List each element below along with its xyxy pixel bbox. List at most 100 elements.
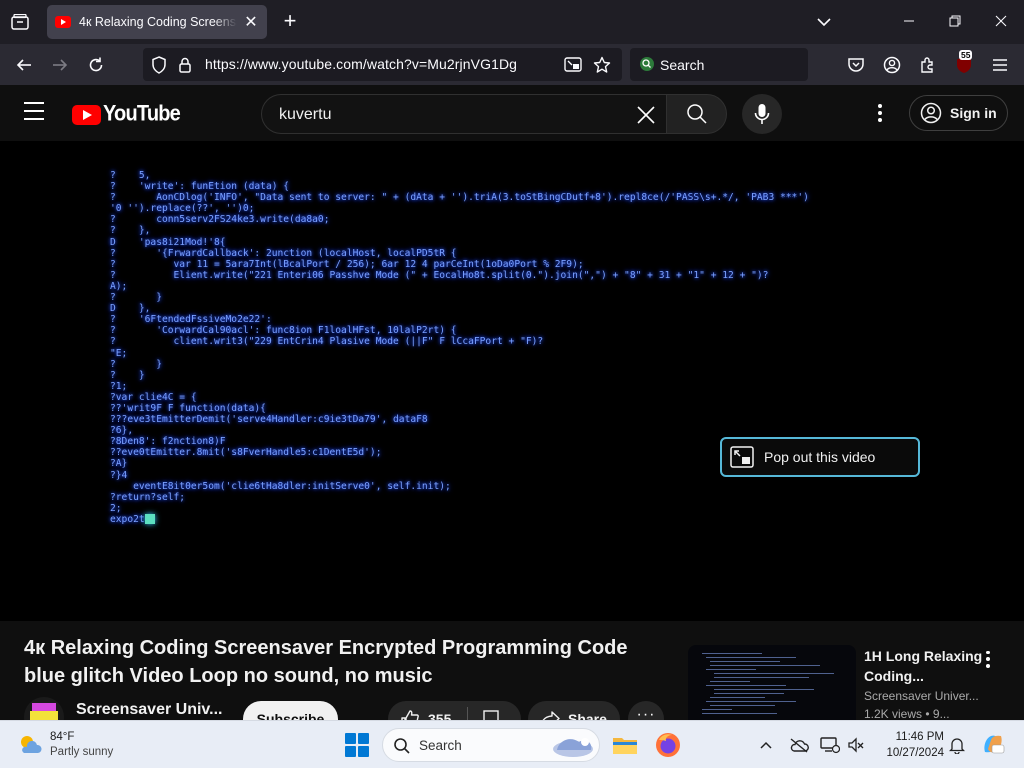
share-icon — [542, 711, 560, 720]
system-clock[interactable]: 11:46 PM 10/27/2024 — [866, 729, 944, 761]
firefox-taskbar-icon[interactable] — [652, 729, 684, 761]
pop-out-video-button[interactable]: Pop out this video — [720, 437, 920, 477]
code-line: ?return?self; — [110, 491, 186, 503]
youtube-header: YouTube kuvertu Sign in — [0, 85, 1024, 141]
close-window-button[interactable] — [978, 8, 1024, 36]
code-line: ? conn5serv2FS24ke3.write(da8a0; — [110, 214, 330, 226]
youtube-wordmark: YouTube — [103, 101, 181, 127]
show-hidden-icons-chevron-icon[interactable] — [754, 733, 778, 757]
tab-youtube-video[interactable]: 4к Relaxing Coding Screensaver Encrypted… — [47, 5, 267, 39]
youtube-play-logo-icon — [72, 104, 101, 125]
tracking-protection-shield-icon[interactable] — [149, 55, 169, 75]
weather-condition: Partly sunny — [50, 746, 114, 758]
youtube-search-input[interactable]: kuvertu — [261, 94, 666, 134]
code-line: '0 '').replace(??', '')0; — [110, 203, 255, 215]
url-text[interactable]: https://www.youtube.com/watch?v=Mu2rjnVG… — [205, 56, 517, 72]
code-line: D 'pas8i21Mod!'8{ — [110, 236, 226, 248]
code-line: ? 5, — [110, 170, 151, 181]
share-button[interactable]: Share — [528, 701, 620, 720]
clear-search-icon[interactable] — [634, 103, 658, 127]
minimize-button[interactable] — [886, 8, 932, 36]
clock-time: 11:46 PM — [895, 731, 944, 743]
file-explorer-icon[interactable] — [609, 729, 641, 761]
lock-icon[interactable] — [175, 55, 195, 75]
code-line: ?8Den8': f2nction8)F — [110, 436, 226, 448]
search-bar-placeholder: Search — [660, 57, 705, 73]
pop-out-icon — [730, 446, 754, 468]
firefox-view-icon[interactable] — [8, 10, 32, 34]
bookmark-star-icon[interactable] — [592, 55, 612, 75]
weather-widget[interactable]: 84°F Partly sunny — [18, 730, 113, 760]
microphone-icon — [754, 104, 770, 124]
code-line: ? } — [110, 358, 162, 370]
guide-menu-icon[interactable] — [24, 102, 48, 122]
new-tab-button[interactable]: + — [278, 9, 302, 35]
weather-temperature: 84°F — [50, 731, 75, 743]
back-button[interactable] — [9, 50, 39, 80]
code-line: ?}4 — [110, 469, 128, 481]
channel-name[interactable]: Screensaver Univ... — [76, 701, 222, 719]
more-actions-button[interactable]: ··· — [628, 701, 664, 720]
code-line: A); — [110, 280, 128, 292]
youtube-logo[interactable]: YouTube — [72, 101, 181, 127]
forward-button[interactable] — [45, 50, 75, 80]
code-line: expo2t — [110, 513, 809, 525]
recommended-video-title[interactable]: 1H Long Relaxing Coding... — [864, 646, 984, 686]
address-bar[interactable]: https://www.youtube.com/watch?v=Mu2rjnVG… — [143, 48, 622, 81]
recommended-video-channel: Screensaver Univer... — [864, 689, 979, 703]
channel-avatar[interactable] — [24, 697, 64, 720]
code-line: 2; — [110, 502, 122, 514]
copilot-icon[interactable] — [980, 731, 1006, 757]
restore-button[interactable] — [932, 8, 978, 36]
volume-muted-icon[interactable] — [844, 733, 868, 757]
video-title: 4к Relaxing Coding Screensaver Encrypted… — [24, 637, 628, 687]
voice-search-button[interactable] — [742, 94, 782, 134]
taskbar-search-label: Search — [419, 738, 462, 753]
browser-nav-bar: https://www.youtube.com/watch?v=Mu2rjnVG… — [0, 44, 1024, 85]
search-engine-icon — [640, 57, 654, 71]
share-label: Share — [568, 711, 607, 720]
browser-search-bar[interactable]: Search — [630, 48, 808, 81]
code-line: ? '{FrwardCallback': 2unction (localHost… — [110, 247, 457, 259]
sign-in-label: Sign in — [950, 105, 997, 121]
list-all-tabs-button[interactable] — [814, 12, 838, 32]
recommended-video-thumbnail[interactable] — [688, 645, 856, 720]
recommended-video-menu-icon[interactable] — [980, 649, 996, 669]
search-icon — [686, 104, 707, 124]
partly-sunny-icon — [18, 733, 42, 757]
windows-start-icon[interactable] — [345, 733, 369, 757]
extension-badge: 55 — [959, 50, 973, 60]
subscribe-button[interactable]: Subscribe — [243, 701, 338, 720]
reload-button[interactable] — [81, 50, 111, 80]
text-cursor-icon — [144, 513, 155, 524]
network-display-icon[interactable] — [818, 733, 842, 757]
pocket-icon[interactable] — [843, 52, 869, 78]
picture-in-picture-icon[interactable] — [563, 55, 583, 75]
code-line: ? 'CorwardCal90acl': func8ion F1loalHFst… — [110, 325, 457, 337]
video-frame-code: ? 5,? 'write': funEtion (data) {? AonCDl… — [110, 170, 809, 525]
taskbar-search-box[interactable]: Search — [382, 728, 600, 762]
code-line: ? '6FtendedFssiveMo2e22': — [110, 314, 272, 326]
code-line: ?A} — [110, 458, 128, 470]
cloud-sync-icon[interactable] — [787, 733, 811, 757]
recommended-video-meta: 1.2K views • 9... — [864, 707, 950, 720]
code-line: ? var 11 = 5ara7Int(lBcalPort / 256); 6a… — [110, 258, 584, 270]
app-menu-icon[interactable] — [987, 52, 1013, 78]
notification-bell-icon[interactable] — [945, 733, 969, 757]
video-player[interactable]: ? 5,? 'write': funEtion (data) {? AonCDl… — [0, 141, 1024, 621]
code-line: ? Elient.write("221 Enteri06 Passhve Mod… — [110, 269, 769, 281]
tab-title: 4к Relaxing Coding Screensaver Encrypted… — [79, 15, 237, 29]
code-line: ?6}, — [110, 425, 134, 437]
extensions-icon[interactable] — [915, 52, 941, 78]
account-icon[interactable] — [879, 52, 905, 78]
thumbs-down-icon[interactable] — [482, 709, 502, 720]
code-line: ?1; — [110, 380, 128, 392]
code-line: ? AonCDlog('INFO', "Data sent to server:… — [110, 192, 809, 204]
like-button[interactable]: 355 — [388, 701, 521, 720]
sign-in-button[interactable]: Sign in — [909, 95, 1008, 131]
like-count: 355 — [428, 711, 452, 720]
settings-more-icon[interactable] — [868, 101, 892, 125]
tab-close-icon[interactable]: ✕ — [243, 12, 259, 32]
like-dislike-divider — [467, 707, 469, 720]
youtube-search-button[interactable] — [666, 94, 727, 134]
